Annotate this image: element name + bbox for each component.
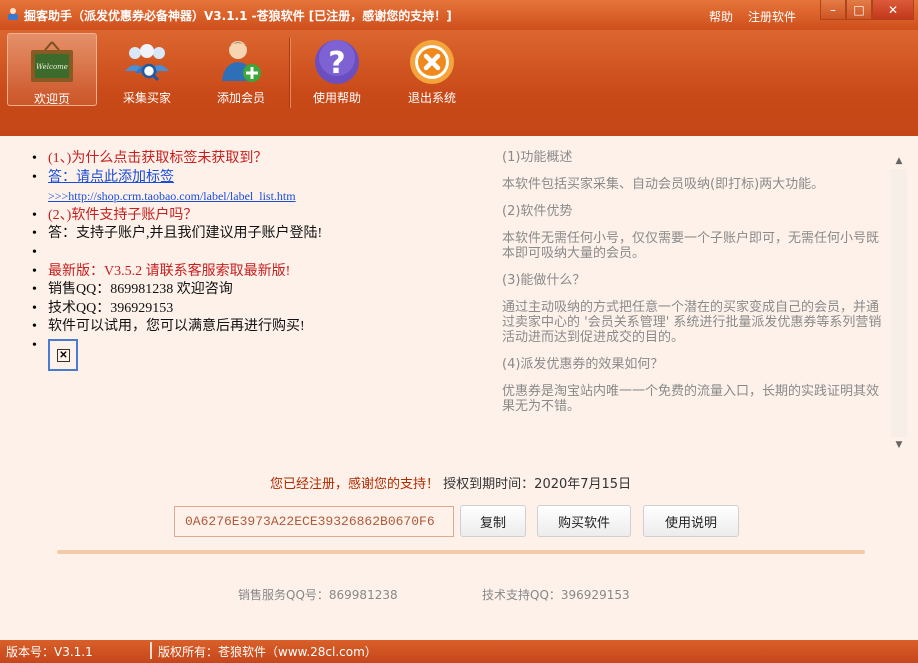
add-user-icon xyxy=(222,41,261,82)
faq-question-2: (2、)软件支持子账户吗？ xyxy=(30,207,470,226)
app-logo-icon xyxy=(8,8,18,20)
tool-welcome-label: 欢迎页 xyxy=(33,92,70,106)
status-separator xyxy=(150,642,152,659)
svg-text:Welcome: Welcome xyxy=(36,63,68,71)
scroll-track[interactable] xyxy=(891,169,907,437)
faq-panel: (1、)为什么点击获取标签未获取到？ 答：请点此添加标签 >>>http://s… xyxy=(30,150,470,390)
scroll-up-icon[interactable]: ▲ xyxy=(891,153,907,169)
tool-collect-buyers[interactable]: 采集买家 xyxy=(102,33,192,106)
serial-code-field[interactable]: 0A6276E3973A22ECE39326862B0670F6 xyxy=(174,506,454,537)
users-search-icon xyxy=(125,44,169,82)
title-bar: 掘客助手（派发优惠券必备神器）V3.1.1 -苍狼软件 [已注册，感谢您的支持！… xyxy=(0,0,918,30)
minimize-icon: – xyxy=(830,2,836,17)
help-link[interactable]: 帮助 xyxy=(709,8,733,25)
intro-heading-4: (4)派发优惠券的效果如何？ xyxy=(502,357,664,372)
broken-image-icon: ✕ xyxy=(48,338,78,371)
intro-body-4: 优惠券是淘宝站内唯一一个免费的流量入口，长期的实践证明其效果无为不错。 xyxy=(502,384,880,414)
intro-body-1: 本软件包括买家采集、自动会员吸纳(即打标)两大功能。 xyxy=(502,177,825,192)
minimize-button[interactable]: – xyxy=(820,0,846,20)
tool-add-member-label: 添加会员 xyxy=(216,91,265,105)
tool-exit-label: 退出系统 xyxy=(407,91,456,105)
divider-line xyxy=(57,550,865,554)
tool-help-label: 使用帮助 xyxy=(312,91,361,105)
broken-image-item: ✕ xyxy=(30,337,470,373)
faq-answer-2: 答：支持子账户,并且我们建议用子账户登陆! xyxy=(30,225,470,244)
maximize-button[interactable]: □ xyxy=(846,0,872,20)
trial-note: 软件可以试用，您可以满意后再进行购买! xyxy=(30,318,470,337)
tech-qq: 技术QQ：396929153 xyxy=(30,300,470,319)
exit-close-icon xyxy=(410,40,454,84)
intro-scrollbar[interactable]: ▲ ▼ xyxy=(891,153,907,453)
faq-answer-1-link[interactable]: 答：请点此添加标签 xyxy=(30,169,470,188)
close-button[interactable]: ✕ xyxy=(872,0,914,20)
copy-button[interactable]: 复制 xyxy=(460,505,526,537)
tech-contact: 技术支持QQ：396929153 xyxy=(482,588,630,602)
intro-heading-3: (3)能做什么？ xyxy=(502,273,586,288)
intro-heading-2: (2)软件优势 xyxy=(502,204,573,219)
faq-question-1: (1、)为什么点击获取标签未获取到？ xyxy=(30,150,470,169)
intro-panel: (1)功能概述 本软件包括买家采集、自动会员吸纳(即打标)两大功能。 (2)软件… xyxy=(502,150,888,455)
close-icon: ✕ xyxy=(887,2,899,17)
faq-list: (1、)为什么点击获取标签未获取到？ 答：请点此添加标签 >>>http://s… xyxy=(30,150,470,373)
tool-welcome[interactable]: Welcome 欢迎页 xyxy=(7,33,97,106)
sales-contact: 销售服务QQ号：869981238 xyxy=(238,588,398,602)
registration-message: 您已经注册，感谢您的支持！ 授权到期时间：2020年7月15日 xyxy=(270,473,631,492)
expiry-date: 2020年7月15日 xyxy=(534,477,632,492)
toolbar-separator xyxy=(289,38,290,108)
add-label-link[interactable]: 答：请点此添加标签 xyxy=(48,170,174,185)
tool-add-member[interactable]: 添加会员 xyxy=(196,33,286,106)
main-toolbar: Welcome 欢迎页 采集买家 添加会员 ? 使用帮助 退出系统 xyxy=(0,30,918,136)
window-title: 掘客助手（派发优惠券必备神器）V3.1.1 -苍狼软件 [已注册，感谢您的支持！… xyxy=(24,9,452,23)
expiry-label: 授权到期时间： xyxy=(443,477,535,492)
help-question-icon: ? xyxy=(315,40,359,84)
latest-version-note: 最新版：V3.5.2 请联系客服索取最新版! xyxy=(30,263,470,282)
label-url-link[interactable]: >>>http://shop.crm.taobao.com/label/labe… xyxy=(48,189,296,203)
scroll-down-icon[interactable]: ▼ xyxy=(891,437,907,453)
registration-thanks: 您已经注册，感谢您的支持！ xyxy=(270,477,440,492)
tool-help[interactable]: ? 使用帮助 xyxy=(292,33,382,106)
faq-url-item[interactable]: >>>http://shop.crm.taobao.com/label/labe… xyxy=(30,187,470,207)
maximize-icon: □ xyxy=(853,2,865,17)
svg-text:?: ? xyxy=(328,46,345,81)
register-link[interactable]: 注册软件 xyxy=(748,8,796,25)
sales-qq: 销售QQ：869981238 欢迎咨询 xyxy=(30,281,470,300)
welcome-board-icon: Welcome xyxy=(31,41,73,82)
intro-body-3: 通过主动吸纳的方式把任意一个潜在的买家变成自己的会员，并通过卖家中心的 '会员关… xyxy=(502,300,882,345)
status-bar: 版本号：V3.1.1 版权所有：苍狼软件（www.28cl.com） xyxy=(0,640,918,663)
buy-software-button[interactable]: 购买软件 xyxy=(537,505,631,537)
tool-collect-buyers-label: 采集买家 xyxy=(122,91,171,105)
window-controls: – □ ✕ xyxy=(820,0,914,20)
version-label: 版本号：V3.1.1 xyxy=(6,645,93,659)
list-item-empty xyxy=(30,244,470,263)
tool-exit[interactable]: 退出系统 xyxy=(387,33,477,106)
intro-body-2: 本软件无需任何小号，仅仅需要一个子账户即可，无需任何小号既本即可吸纳大量的会员。 xyxy=(502,231,880,261)
user-manual-button[interactable]: 使用说明 xyxy=(643,505,739,537)
intro-heading-1: (1)功能概述 xyxy=(502,150,573,165)
copyright-label: 版权所有：苍狼软件（www.28cl.com） xyxy=(158,645,377,659)
